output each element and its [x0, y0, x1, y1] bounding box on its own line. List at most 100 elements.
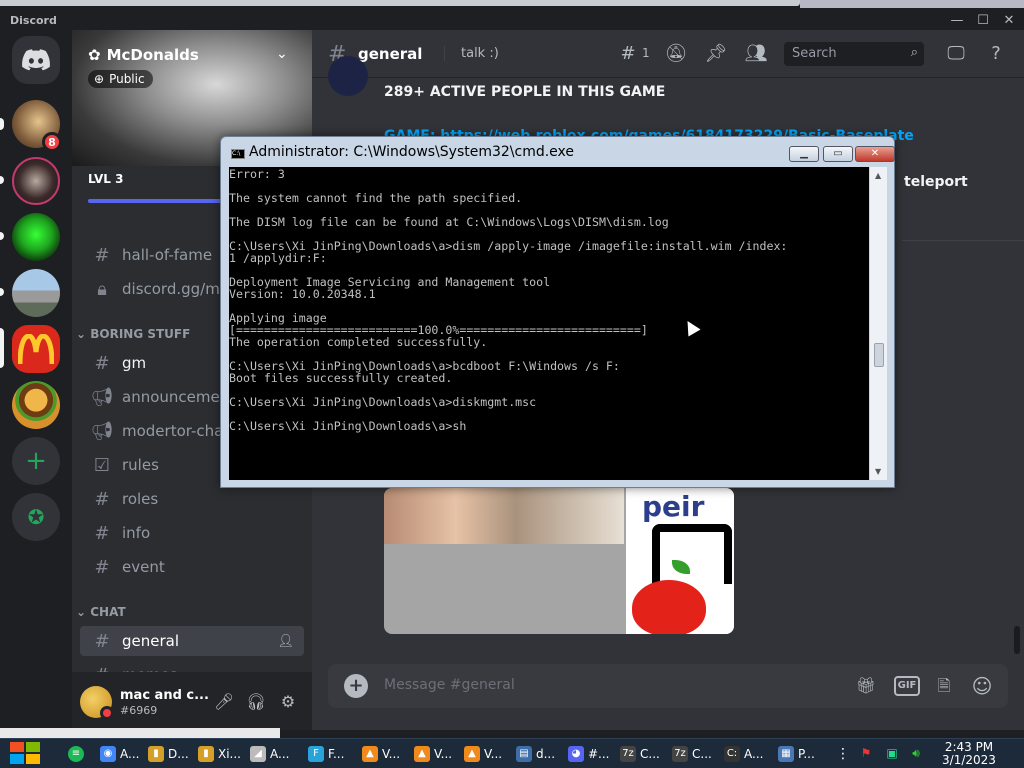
flag-icon[interactable]: ⚑ — [858, 745, 874, 761]
message-image-attachment[interactable]: peir — [384, 488, 734, 634]
channel-label: general — [122, 632, 180, 650]
taskbar-item[interactable]: ◉ A... — [100, 742, 139, 766]
inbox-icon[interactable]: 🖵︎ — [944, 42, 968, 66]
channel-label: modertor-chat — [122, 422, 230, 440]
taskbar-item[interactable]: C: A... — [724, 742, 763, 766]
channel-general[interactable]: # general 👤︎ — [80, 626, 304, 656]
server-icon-trollface[interactable] — [12, 213, 60, 261]
composer-placeholder: Message #general — [384, 677, 515, 693]
selected-server-indicator — [0, 328, 4, 368]
server-icon-anime[interactable] — [12, 157, 60, 205]
threads-icon[interactable]: # — [616, 42, 640, 66]
background-window-strip — [0, 0, 800, 6]
chat-scrollbar[interactable] — [1014, 626, 1020, 654]
taskbar-item[interactable]: 7z C... — [620, 742, 660, 766]
close-icon[interactable]: ✕ — [998, 12, 1020, 30]
server-header[interactable]: ✿ McDonalds — [88, 46, 199, 64]
taskbar-item[interactable]: ▮ Xi... — [198, 742, 241, 766]
taskbar-item[interactable]: ▲ V... — [362, 742, 400, 766]
taskbar-item[interactable]: ◕ #... — [568, 742, 610, 766]
message-composer[interactable]: + Message #general 🎁︎ GIF 🗎 ☺ — [328, 664, 1008, 708]
background-window-strip — [0, 728, 280, 738]
gift-icon[interactable]: 🎁︎ — [854, 674, 878, 698]
help-icon[interactable]: ? — [984, 42, 1008, 66]
scroll-down-icon[interactable]: ▼ — [875, 467, 881, 476]
channel-info[interactable]: # info — [80, 518, 304, 548]
channel-event[interactable]: # event — [80, 552, 304, 582]
globe-icon: ⊕ — [94, 72, 105, 86]
taskbar-item-label: Xi... — [218, 747, 241, 761]
chevron-down-icon[interactable]: ⌄ — [276, 46, 288, 62]
taskbar-item[interactable]: ◢ A... — [250, 742, 289, 766]
taskbar-item[interactable]: ▮ D... — [148, 742, 189, 766]
member-list-icon[interactable]: 👥︎ — [744, 42, 768, 66]
message-divider — [902, 240, 1024, 241]
taskbar-item[interactable]: ▤ d... — [516, 742, 555, 766]
category-boring-stuff[interactable]: ⌄ BORING STUFF — [76, 327, 190, 341]
status-dnd-icon — [100, 706, 114, 720]
search-input[interactable]: Search ⌕ — [784, 42, 924, 66]
hash-icon: # — [94, 352, 110, 374]
taskbar-item[interactable]: ▲ V... — [414, 742, 452, 766]
emoji-icon[interactable]: ☺ — [970, 674, 994, 698]
server-icon-building[interactable] — [12, 269, 60, 317]
invite-member-icon[interactable]: 👤︎ — [277, 634, 294, 649]
gear-icon[interactable]: ⚙ — [276, 690, 300, 714]
pin-icon[interactable]: 📌︎ — [704, 42, 728, 66]
network-icon[interactable]: ▣ — [884, 745, 900, 761]
taskbar-spotify-icon[interactable]: ≡ — [68, 742, 84, 766]
cmd-scrollbar[interactable]: ▲ ▼ — [869, 167, 887, 480]
channel-label: hall-of-fame — [122, 246, 213, 264]
hash-icon: # — [94, 488, 110, 510]
cmd-maximize-button[interactable]: ▭ — [823, 146, 853, 162]
message-avatar[interactable] — [328, 56, 368, 96]
maximize-icon[interactable]: ☐ — [972, 12, 994, 30]
microphone-icon[interactable]: 🎤︎ — [212, 690, 236, 714]
volume-icon[interactable]: 🔊︎ — [908, 745, 924, 761]
add-server-button[interactable]: + — [12, 437, 60, 485]
headphones-icon[interactable]: 🎧︎ — [244, 690, 268, 714]
scroll-up-icon[interactable]: ▲ — [875, 171, 881, 180]
cmd-minimize-button[interactable]: ▁ — [789, 146, 819, 162]
cmd-window[interactable]: C:\ Administrator: C:\Windows\System32\c… — [220, 136, 895, 488]
console-line: The operation completed successfully. — [229, 335, 488, 349]
taskbar-item-label: V... — [382, 747, 401, 761]
start-button[interactable] — [10, 742, 42, 766]
cmd-title: Administrator: C:\Windows\System32\cmd.e… — [249, 144, 575, 160]
scroll-thumb[interactable] — [874, 343, 884, 367]
channel-topic[interactable]: talk :) — [444, 46, 499, 61]
sticker-icon[interactable]: 🗎 — [932, 674, 956, 698]
taskbar-clock[interactable]: 2:43 PM 3/1/2023 — [938, 741, 1000, 767]
category-chat[interactable]: ⌄ CHAT — [76, 605, 126, 619]
channel-label: event — [122, 558, 165, 576]
megaphone-icon: 📢︎ — [90, 420, 114, 442]
user-tag: #6969 — [120, 704, 158, 717]
taskbar-app-icon: ◉ — [100, 746, 116, 762]
home-button[interactable] — [12, 36, 60, 84]
image-thumbnail: peir — [626, 488, 734, 634]
explore-servers-icon[interactable]: ✪ — [12, 493, 60, 541]
unread-indicator — [0, 118, 4, 130]
taskbar-item[interactable]: F F... — [308, 742, 344, 766]
server-icon-burger[interactable] — [12, 381, 60, 429]
desktop-screen: { "app": { "name": "Discord" }, "server"… — [0, 0, 1024, 768]
megaphone-icon: 📢︎ — [90, 386, 114, 408]
taskbar-app-icon: 7z — [672, 746, 688, 762]
cmd-close-button[interactable]: ✕ — [855, 146, 895, 162]
console-output[interactable]: Error: 3 The system cannot find the path… — [229, 167, 869, 480]
channel-roles[interactable]: # roles — [80, 484, 304, 514]
cmd-app-icon: C:\ — [231, 149, 245, 159]
taskbar-item[interactable]: ▲ V... — [464, 742, 502, 766]
taskbar-item[interactable]: ▦ P... — [778, 742, 815, 766]
minimize-icon[interactable]: — — [946, 12, 968, 30]
taskbar-more-icon[interactable]: ⋮ — [836, 742, 850, 766]
unread-indicator — [0, 288, 4, 296]
attach-plus-icon[interactable]: + — [344, 674, 368, 698]
channel-header: # general talk :) # 1 🔕︎ 📌︎ 👥︎ Search ⌕ 🖵… — [312, 30, 1024, 78]
taskbar-item[interactable]: 7z C... — [672, 742, 712, 766]
server-icon-mcdonalds[interactable] — [12, 325, 60, 373]
rules-checkbox-icon: ☑ — [93, 454, 111, 476]
console-line: C:\Users\Xi JinPing\Downloads\a>diskmgmt… — [229, 395, 537, 409]
gif-button[interactable]: GIF — [894, 676, 920, 696]
mute-bell-icon[interactable]: 🔕︎ — [664, 42, 688, 66]
